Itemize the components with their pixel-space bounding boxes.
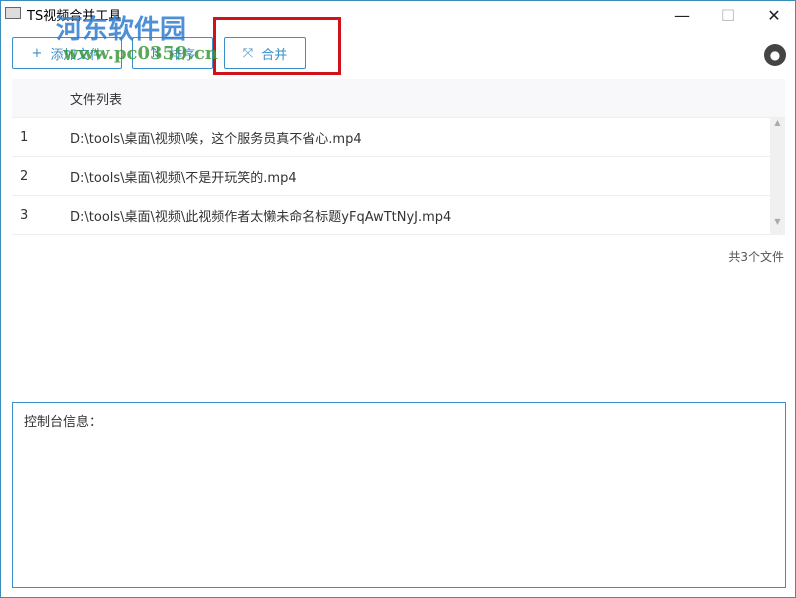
scroll-down-icon[interactable]: ▼	[770, 217, 785, 226]
row-path: D:\tools\桌面\视频\此视频作者太懒未命名标题yFqAwTtNyJ.mp…	[70, 209, 452, 225]
row-index: 2	[20, 168, 29, 184]
file-table: 文件列表 1 D:\tools\桌面\视频\唉，这个服务员真不省心.mp4 2 D:…	[12, 79, 785, 235]
file-count: 共3个文件	[728, 250, 784, 264]
row-path: D:\tools\桌面\视频\不是开玩笑的.mp4	[70, 170, 297, 186]
maximize-button[interactable]: ☐	[705, 1, 751, 29]
table-row[interactable]: 2 D:\tools\桌面\视频\不是开玩笑的.mp4	[12, 157, 770, 196]
scrollbar[interactable]: ▲ ▼	[770, 118, 785, 235]
table-row[interactable]: 3 D:\tools\桌面\视频\此视频作者太懒未命名标题yFqAwTtNyJ.m…	[12, 196, 770, 235]
highlight-box	[213, 17, 341, 75]
console-area[interactable]: 控制台信息：	[12, 402, 786, 588]
github-icon[interactable]: ●	[764, 44, 786, 66]
table-row[interactable]: 1 D:\tools\桌面\视频\唉，这个服务员真不省心.mp4	[12, 118, 770, 157]
minimize-button[interactable]: —	[659, 1, 705, 29]
console-label: 控制台信息：	[24, 415, 103, 430]
scroll-up-icon[interactable]: ▲	[770, 118, 785, 127]
row-index: 3	[20, 207, 29, 223]
row-index: 1	[20, 129, 29, 145]
close-button[interactable]: ✕	[751, 1, 796, 29]
watermark-url: www.pc0359.cn	[63, 43, 218, 64]
row-path: D:\tools\桌面\视频\唉，这个服务员真不省心.mp4	[70, 131, 362, 147]
table-header: 文件列表	[12, 79, 785, 118]
watermark-name: 河东软件园	[56, 15, 187, 45]
plus-icon: +	[31, 45, 43, 61]
app-icon	[5, 7, 21, 19]
column-header-file-list: 文件列表	[70, 92, 123, 108]
